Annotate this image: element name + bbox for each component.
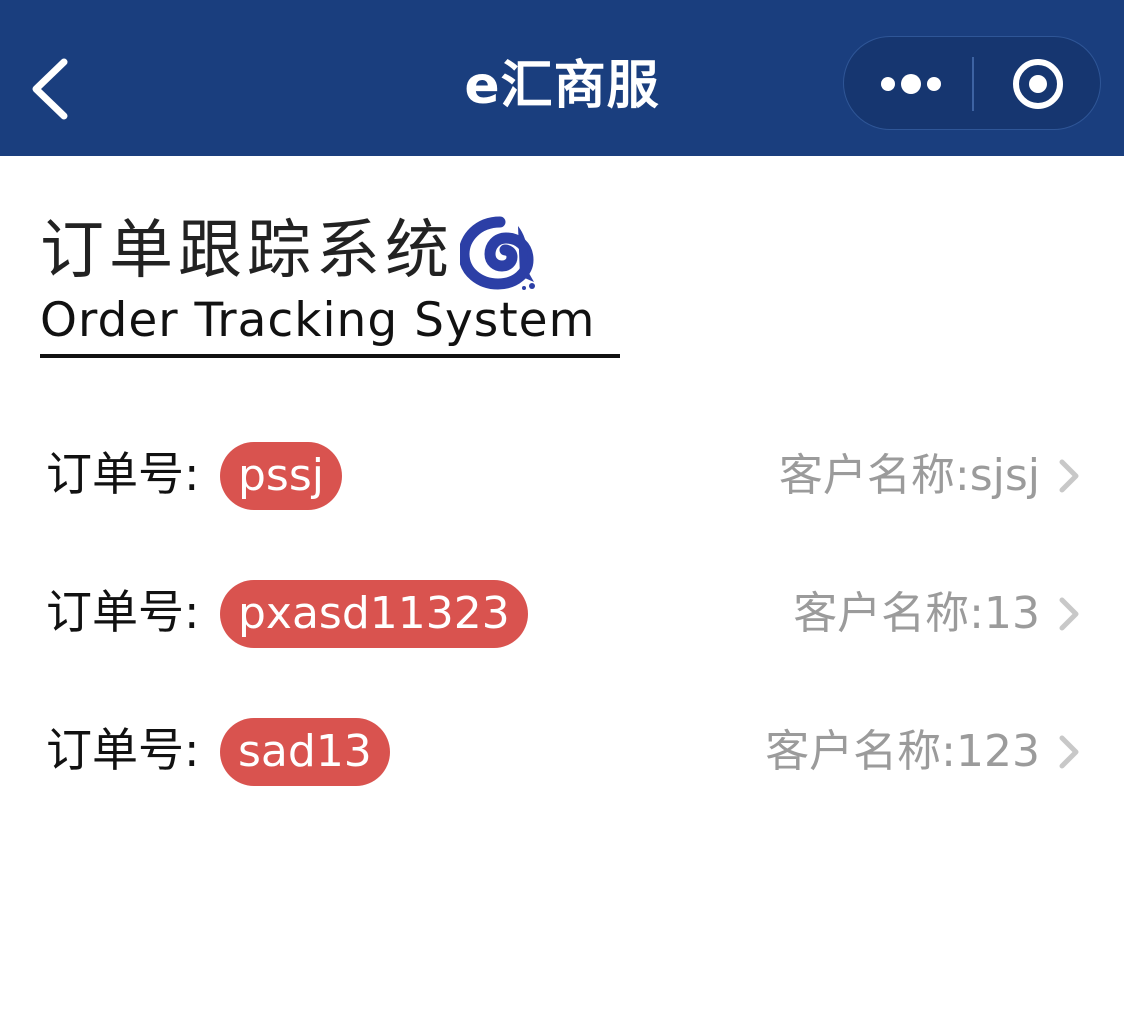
customer-name: 客户名称:13	[793, 588, 1040, 639]
order-number-badge: sad13	[220, 718, 390, 786]
order-number-label: 订单号:	[46, 585, 200, 639]
order-number-badge: pssj	[220, 442, 343, 510]
logo-underline	[40, 354, 620, 358]
chevron-right-icon	[1059, 459, 1079, 493]
chevron-left-icon	[32, 58, 68, 120]
logo-title-en: Order Tracking System	[40, 293, 596, 348]
nav-bar: e汇商服	[0, 0, 1124, 156]
back-button[interactable]	[22, 50, 82, 130]
order-number-label: 订单号:	[46, 723, 200, 777]
order-number-label: 订单号:	[46, 447, 200, 501]
logo-block: 订单跟踪系统 Order Tracking System	[40, 206, 630, 362]
swirl-logo-icon	[460, 216, 535, 290]
more-button[interactable]	[844, 37, 972, 129]
more-dots-icon	[881, 74, 941, 94]
capsule-menu	[843, 36, 1101, 130]
order-number-badge: pxasd11323	[220, 580, 528, 648]
customer-name: 客户名称:123	[765, 726, 1040, 777]
close-miniprogram-button[interactable]	[974, 37, 1100, 129]
order-row[interactable]: 订单号: sad13 客户名称:123	[0, 684, 1124, 822]
chevron-right-icon	[1059, 597, 1079, 631]
target-circle-icon	[1013, 59, 1063, 109]
logo-title-cn: 订单跟踪系统	[40, 214, 454, 288]
order-row[interactable]: 订单号: pssj 客户名称:sjsj	[0, 408, 1124, 546]
chevron-right-icon	[1059, 735, 1079, 769]
order-row[interactable]: 订单号: pxasd11323 客户名称:13	[0, 546, 1124, 684]
order-list: 订单号: pssj 客户名称:sjsj 订单号: pxasd11323 客户名称…	[0, 408, 1124, 822]
customer-name: 客户名称:sjsj	[778, 450, 1040, 501]
